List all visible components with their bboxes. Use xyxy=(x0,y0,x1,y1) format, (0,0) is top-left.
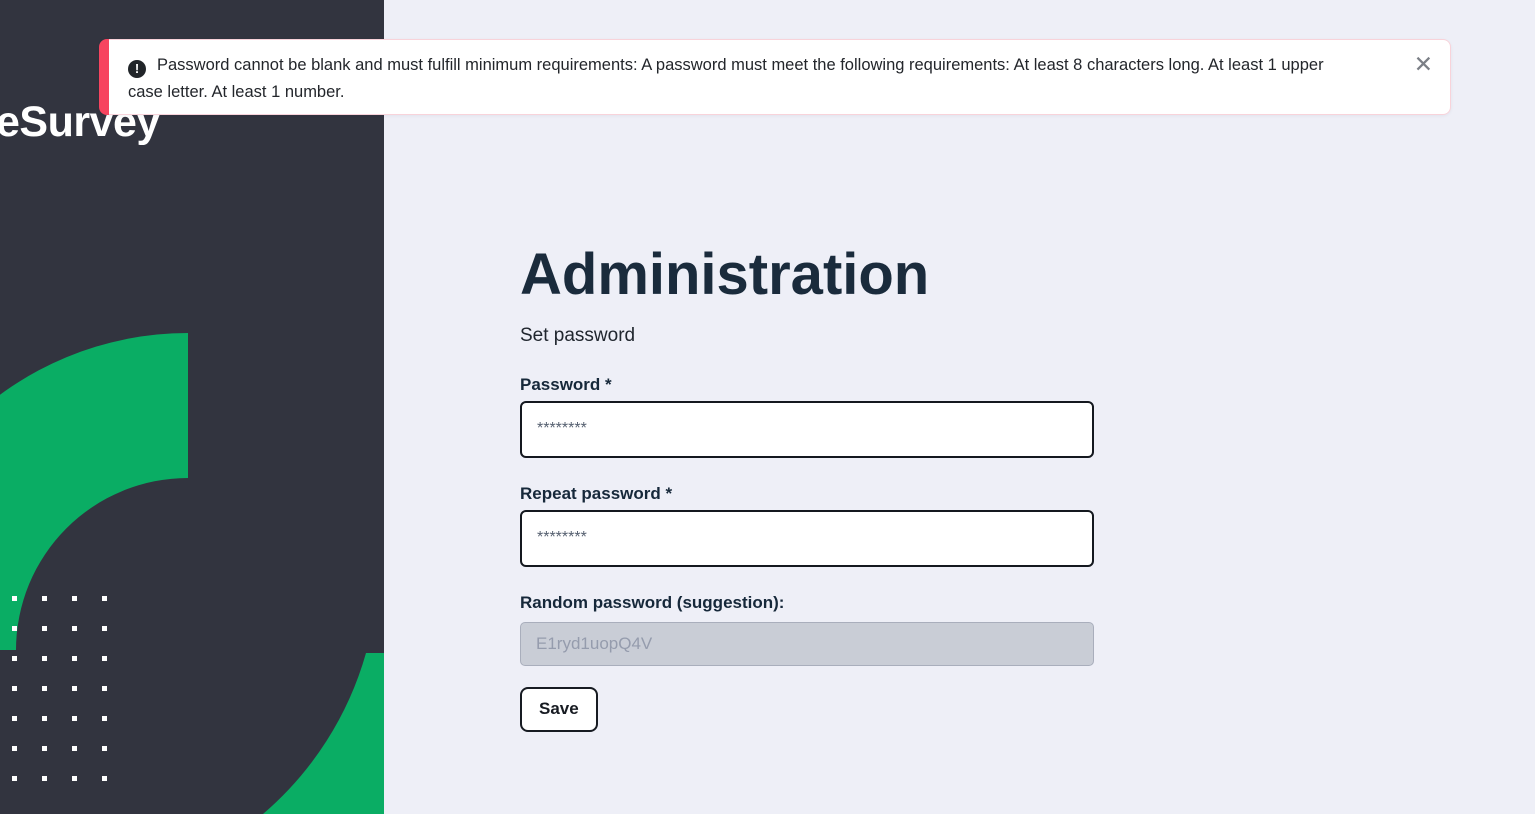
alert-body: ! Password cannot be blank and must fulfi… xyxy=(109,39,1451,115)
password-field-group: Password * xyxy=(520,375,1094,458)
dots-pattern xyxy=(12,596,107,781)
random-password-field xyxy=(520,622,1094,666)
main-content: Administration Set password Password * R… xyxy=(384,0,1535,814)
password-input[interactable] xyxy=(520,401,1094,458)
repeat-password-input[interactable] xyxy=(520,510,1094,567)
exclamation-circle-icon: ! xyxy=(128,60,146,78)
error-alert: ! Password cannot be blank and must fulfi… xyxy=(99,39,1451,115)
set-password-form: Password * Repeat password * Random pass… xyxy=(520,375,1094,732)
alert-message-line1: Password cannot be blank and must fulfil… xyxy=(157,56,1324,74)
green-corner-shape xyxy=(263,653,384,814)
close-icon[interactable]: ✕ xyxy=(1414,53,1433,76)
random-password-label: Random password (suggestion): xyxy=(520,593,1094,613)
screen: eSurvey Administration Set password Pass… xyxy=(0,0,1535,814)
sidebar: eSurvey xyxy=(0,0,384,814)
save-button[interactable]: Save xyxy=(520,687,598,732)
repeat-password-label: Repeat password * xyxy=(520,484,1094,504)
repeat-password-field-group: Repeat password * xyxy=(520,484,1094,567)
random-password-field-group: Random password (suggestion): xyxy=(520,593,1094,666)
alert-accent-stripe xyxy=(99,39,109,115)
page-title: Administration xyxy=(520,243,1535,307)
alert-message-line2: case letter. At least 1 number. xyxy=(128,83,344,101)
alert-message: ! Password cannot be blank and must fulfi… xyxy=(109,40,1450,118)
page-subtitle: Set password xyxy=(520,325,1535,347)
password-label: Password * xyxy=(520,375,1094,395)
green-ring-shape xyxy=(0,333,188,650)
